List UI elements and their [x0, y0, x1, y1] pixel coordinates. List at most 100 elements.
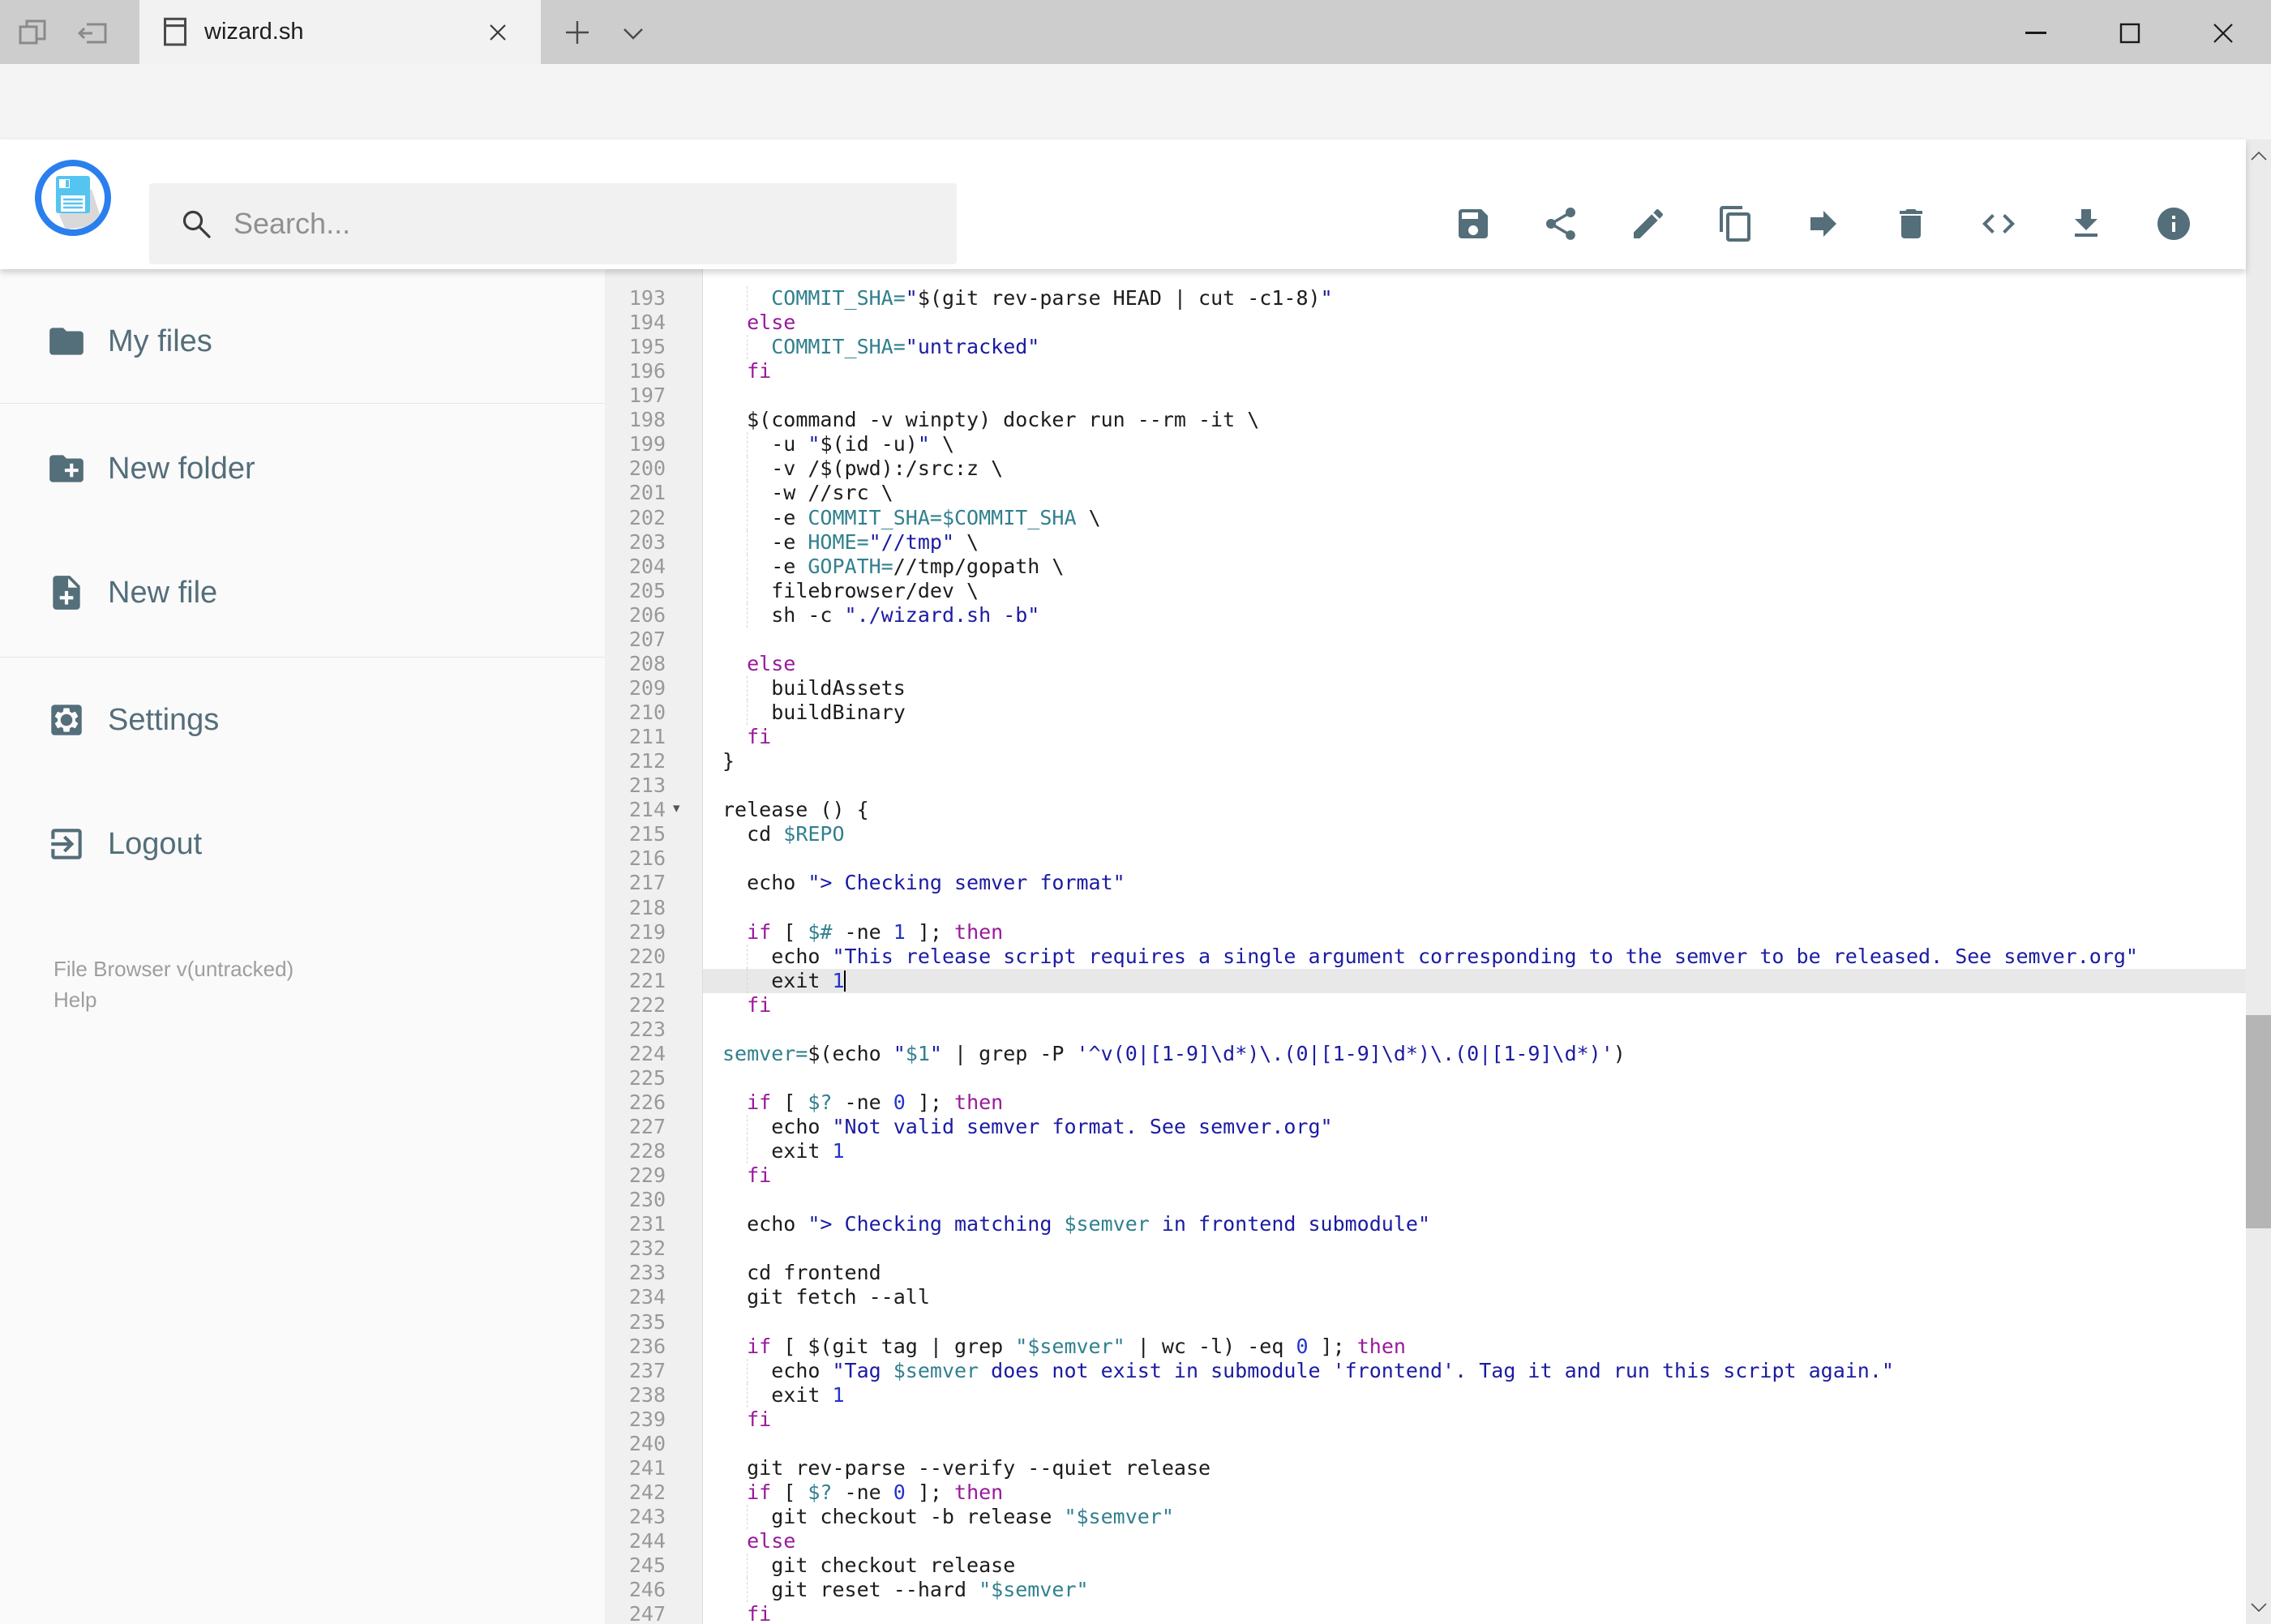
code-line[interactable]: 200 -v /$(pwd):/src:z \ [605, 456, 2246, 482]
code-line[interactable]: 211 fi [605, 725, 2246, 749]
code-line[interactable]: 240 [605, 1432, 2246, 1456]
set-tabs-aside-icon[interactable] [15, 15, 52, 52]
download-button[interactable] [2067, 204, 2106, 243]
code-line[interactable]: 202 -e COMMIT_SHA=$COMMIT_SHA \ [605, 505, 2246, 530]
code-line[interactable]: 203 -e HOME="//tmp" \ [605, 529, 2246, 555]
code-line[interactable]: 205 filebrowser/dev \ [605, 578, 2246, 603]
line-number: 210 [628, 701, 666, 725]
move-button[interactable] [1804, 204, 1843, 243]
code-line[interactable] [605, 269, 2246, 286]
code-line[interactable]: 242 if [ $? -ne 0 ]; then [605, 1480, 2246, 1505]
scroll-up-icon[interactable] [2246, 139, 2271, 172]
code-line[interactable]: 238 exit 1 [605, 1382, 2246, 1408]
tab-preview-chevron-icon[interactable] [618, 21, 649, 45]
code-line[interactable]: 234 git fetch --all [605, 1285, 2246, 1309]
code-line[interactable]: 219 if [ $# -ne 1 ]; then [605, 920, 2246, 945]
code-line[interactable]: 232 [605, 1236, 2246, 1261]
line-number: 214 [628, 798, 666, 822]
line-number: 247 [628, 1602, 666, 1624]
code-line[interactable]: 225 [605, 1066, 2246, 1091]
info-button[interactable] [2154, 204, 2193, 243]
code-text: -u "$(id -u)" \ [771, 432, 955, 456]
code-line[interactable]: 229 fi [605, 1163, 2246, 1188]
code-line[interactable]: 204 -e GOPATH=//tmp/gopath \ [605, 554, 2246, 579]
maximize-button[interactable] [2106, 18, 2154, 49]
delete-button[interactable] [1892, 204, 1930, 243]
code-line[interactable]: 212} [605, 749, 2246, 773]
fold-marker-icon[interactable]: ▾ [673, 796, 680, 821]
code-line[interactable]: 227 echo "Not valid semver format. See s… [605, 1115, 2246, 1140]
code-line[interactable]: 220 echo "This release script requires a… [605, 944, 2246, 969]
share-button[interactable] [1541, 204, 1580, 243]
line-number: 233 [628, 1261, 666, 1285]
sidebar-item-logout[interactable]: Logout [0, 803, 605, 885]
save-button[interactable] [1454, 204, 1493, 243]
code-line[interactable]: 230 [605, 1188, 2246, 1212]
copy-button[interactable] [1716, 204, 1755, 243]
code-editor[interactable]: 193 COMMIT_SHA="$(git rev-parse HEAD | c… [605, 269, 2246, 1624]
code-line[interactable]: 246 git reset --hard "$semver" [605, 1578, 2246, 1603]
code-line[interactable]: 208 else [605, 652, 2246, 676]
tab-close-icon[interactable] [483, 18, 512, 47]
code-line[interactable]: 236 if [ $(git tag | grep "$semver" | wc… [605, 1335, 2246, 1359]
line-number: 198 [628, 408, 666, 432]
code-line[interactable]: 198 $(command -v winpty) docker run --rm… [605, 408, 2246, 432]
line-number: 239 [628, 1407, 666, 1431]
code-line[interactable]: 223 [605, 1018, 2246, 1042]
code-line[interactable]: 221 exit 1 [605, 968, 2246, 993]
line-number: 227 [628, 1115, 666, 1139]
code-line[interactable]: 239 fi [605, 1408, 2246, 1432]
code-line[interactable]: 243 git checkout -b release "$semver" [605, 1505, 2246, 1529]
code-line[interactable]: 228 exit 1 [605, 1139, 2246, 1164]
code-line[interactable]: 241 git rev-parse --verify --quiet relea… [605, 1456, 2246, 1480]
new-tab-button[interactable] [561, 16, 593, 49]
code-line[interactable]: 235 [605, 1310, 2246, 1335]
code-line[interactable]: 247 fi [605, 1602, 2246, 1624]
copy-icon [1720, 206, 1750, 242]
code-line[interactable]: 233 cd frontend [605, 1261, 2246, 1285]
code-line[interactable]: 196 fi [605, 359, 2246, 384]
sidebar-item-my-files[interactable]: My files [0, 301, 605, 382]
code-line[interactable]: 201 -w //src \ [605, 481, 2246, 506]
code-line[interactable]: 231 echo "> Checking matching $semver in… [605, 1212, 2246, 1236]
code-line[interactable]: 210 buildBinary [605, 701, 2246, 726]
minimize-button[interactable] [2012, 18, 2060, 49]
restore-tabs-icon[interactable] [75, 15, 112, 52]
edit-button[interactable] [1629, 204, 1668, 243]
code-line[interactable]: 194 else [605, 311, 2246, 335]
code-line[interactable]: 237 echo "Tag $semver does not exist in … [605, 1358, 2246, 1383]
code-line[interactable]: 215 cd $REPO [605, 822, 2246, 846]
sidebar-item-new-file[interactable]: New file [0, 552, 605, 633]
help-link[interactable]: Help [54, 988, 96, 1013]
code-line[interactable]: 226 if [ $? -ne 0 ]; then [605, 1091, 2246, 1115]
code-line[interactable]: 213 [605, 773, 2246, 798]
code-line[interactable]: 216 [605, 846, 2246, 871]
code-line[interactable]: 244 else [605, 1529, 2246, 1553]
sidebar-item-new-folder[interactable]: New folder [0, 428, 605, 509]
code-line[interactable]: 218 [605, 896, 2246, 920]
line-number: 209 [628, 675, 666, 700]
scroll-down-icon[interactable] [2246, 1592, 2271, 1624]
code-line[interactable]: 222 fi [605, 993, 2246, 1018]
code-text: echo "Tag $semver does not exist in subm… [771, 1358, 1894, 1382]
sidebar-item-settings[interactable]: Settings [0, 679, 605, 761]
code-line[interactable]: 193 COMMIT_SHA="$(git rev-parse HEAD | c… [605, 286, 2246, 311]
code-line[interactable]: 217 echo "> Checking semver format" [605, 871, 2246, 895]
close-window-button[interactable] [2199, 18, 2247, 49]
code-line[interactable]: 209 buildAssets [605, 675, 2246, 701]
code-line[interactable]: 245 git checkout release [605, 1553, 2246, 1579]
code-line[interactable]: 195 COMMIT_SHA="untracked" [605, 335, 2246, 360]
page-scrollbar[interactable] [2246, 139, 2271, 1624]
code-line[interactable]: 199 -u "$(id -u)" \ [605, 432, 2246, 457]
code-line[interactable]: 224 semver=$(echo "$1" | grep -P '^v(0|[1… [605, 1042, 2246, 1066]
code-line[interactable]: 197 [605, 384, 2246, 408]
tab-strip: wizard.sh [0, 0, 2271, 64]
code-button[interactable] [1979, 204, 2018, 243]
code-line[interactable]: 207 [605, 628, 2246, 652]
code-line[interactable]: 206 sh -c "./wizard.sh -b" [605, 602, 2246, 628]
search-box[interactable] [149, 183, 957, 264]
browser-tab[interactable]: wizard.sh [139, 0, 541, 64]
scrollbar-thumb[interactable] [2246, 1015, 2271, 1228]
code-line[interactable]: 214 ▾ release () { [605, 798, 2246, 822]
search-input[interactable] [232, 206, 900, 242]
